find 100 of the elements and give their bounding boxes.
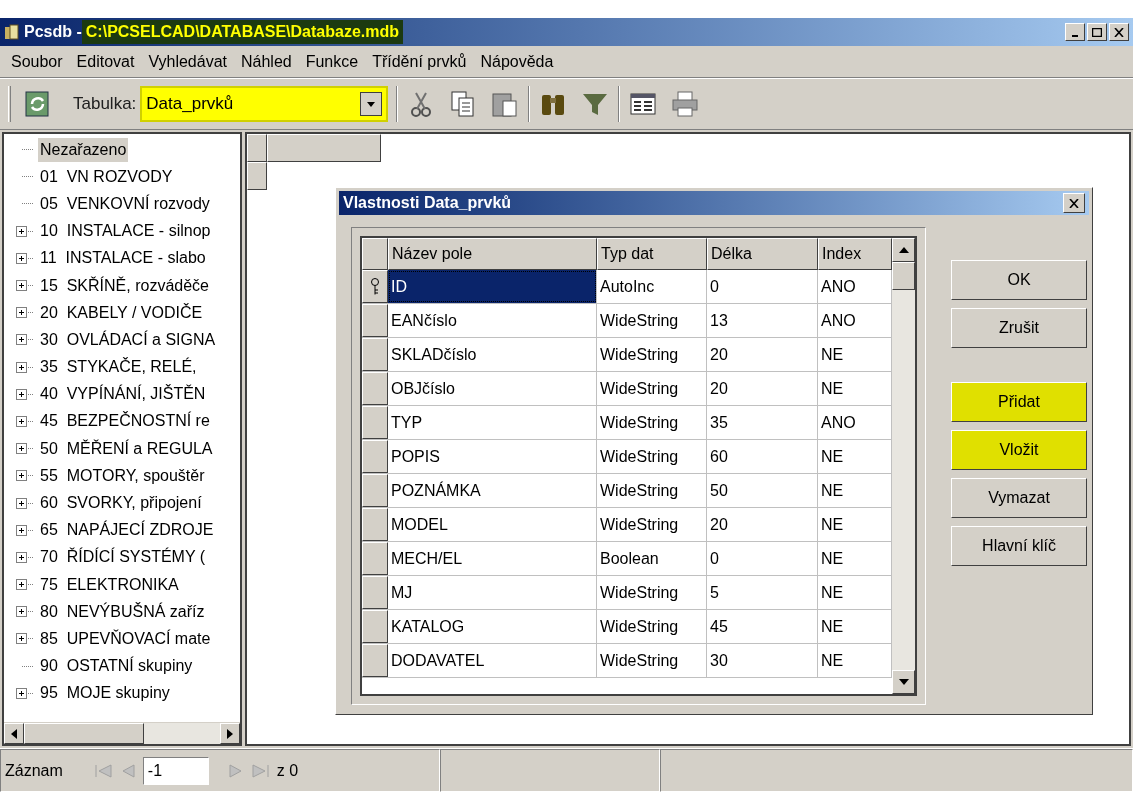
table-cell[interactable]: 13	[707, 304, 818, 337]
table-cell[interactable]: EANčíslo	[388, 304, 597, 337]
table-cell[interactable]: WideString	[597, 440, 707, 473]
expand-icon[interactable]	[16, 497, 34, 509]
menu-item[interactable]: Nápověda	[473, 49, 561, 74]
minimize-button[interactable]	[1065, 23, 1085, 41]
table-cell[interactable]: WideString	[597, 338, 707, 371]
expand-icon[interactable]	[16, 252, 34, 264]
dropdown-caret-icon[interactable]	[360, 92, 383, 116]
tree-item[interactable]: 15 SKŘÍNĚ, rozváděče	[38, 273, 211, 298]
tree-item[interactable]: 65 NAPÁJECÍ ZDROJE	[38, 518, 216, 543]
table-cell[interactable]: 0	[707, 542, 818, 575]
row-indicator[interactable]	[362, 576, 388, 609]
dialog-button[interactable]: Vložit	[951, 430, 1087, 470]
expand-icon[interactable]	[16, 470, 34, 482]
up-arrow-icon[interactable]	[898, 247, 909, 253]
down-arrow-icon[interactable]	[898, 679, 909, 685]
tree-item[interactable]: 55 MOTORY, spouštěr	[38, 463, 207, 488]
table-cell[interactable]: POPIS	[388, 440, 597, 473]
table-cell[interactable]: AutoInc	[597, 270, 707, 303]
tree-item[interactable]: 35 STYKAČE, RELÉ,	[38, 355, 199, 380]
table-cell[interactable]: 20	[707, 338, 818, 371]
expand-icon[interactable]	[16, 280, 34, 292]
expand-icon[interactable]	[16, 307, 34, 319]
tree-item[interactable]: 11 INSTALACE - slabo	[38, 246, 208, 271]
row-indicator[interactable]	[362, 372, 388, 405]
table-cell[interactable]: MECH/EL	[388, 542, 597, 575]
tree-item[interactable]: 40 VYPÍNÁNÍ, JIŠTĚN	[38, 382, 208, 407]
tree-item[interactable]: Nezařazeno	[38, 137, 129, 162]
table-cell[interactable]: OBJčíslo	[388, 372, 597, 405]
table-cell[interactable]: WideString	[597, 406, 707, 439]
tree-item[interactable]: 45 BEZPEČNOSTNÍ re	[38, 409, 212, 434]
dialog-button[interactable]: Přidat	[951, 382, 1087, 422]
row-indicator[interactable]	[362, 304, 388, 337]
close-button[interactable]	[1109, 23, 1129, 41]
row-indicator[interactable]	[362, 610, 388, 643]
table-cell[interactable]: ID	[388, 270, 597, 303]
menu-item[interactable]: Funkce	[298, 49, 366, 74]
printer-icon[interactable]	[670, 89, 701, 119]
table-cell[interactable]: KATALOG	[388, 610, 597, 643]
expand-icon[interactable]	[16, 361, 34, 373]
dialog-button[interactable]: Hlavní klíč	[951, 526, 1087, 566]
table-cell[interactable]: 35	[707, 406, 818, 439]
expand-icon[interactable]	[16, 579, 34, 591]
column-header[interactable]: Typ dat	[597, 238, 707, 270]
table-cell[interactable]: 50	[707, 474, 818, 507]
menu-item[interactable]: Vyhledávat	[141, 49, 234, 74]
table-cell[interactable]: SKLADčíslo	[388, 338, 597, 371]
right-arrow-icon[interactable]	[227, 728, 233, 739]
expand-icon[interactable]	[16, 633, 34, 645]
table-dropdown[interactable]: Data_prvků	[140, 86, 389, 122]
row-indicator[interactable]	[362, 270, 388, 303]
tree-item[interactable]: 95 MOJE skupiny	[38, 681, 172, 706]
table-cell[interactable]: 60	[707, 440, 818, 473]
tree-item[interactable]: 10 INSTALACE - silnop	[38, 219, 213, 244]
left-arrow-icon[interactable]	[11, 728, 17, 739]
row-indicator[interactable]	[362, 338, 388, 371]
table-cell[interactable]: DODAVATEL	[388, 644, 597, 677]
dialog-button[interactable]: Zrušit	[951, 308, 1087, 348]
expand-icon[interactable]	[16, 687, 34, 699]
tree-item[interactable]: 70 ŘÍDÍCÍ SYSTÉMY (	[38, 545, 208, 570]
expand-icon[interactable]	[16, 443, 34, 455]
table-cell[interactable]: 45	[707, 610, 818, 643]
tree-item[interactable]: 05 VENKOVNÍ rozvody	[38, 191, 212, 216]
expand-icon[interactable]	[16, 225, 34, 237]
column-header[interactable]: Délka	[707, 238, 818, 270]
column-header[interactable]: Název pole	[388, 238, 597, 270]
row-indicator[interactable]	[362, 542, 388, 575]
expand-icon[interactable]	[16, 606, 34, 618]
dialog-button[interactable]: OK	[951, 260, 1087, 300]
expand-icon[interactable]	[16, 388, 34, 400]
row-indicator[interactable]	[362, 406, 388, 439]
table-cell[interactable]: WideString	[597, 610, 707, 643]
table-cell[interactable]: Boolean	[597, 542, 707, 575]
menu-item[interactable]: Třídění prvků	[365, 49, 474, 74]
row-indicator[interactable]	[362, 644, 388, 677]
column-header[interactable]: Index	[818, 238, 892, 270]
tree-item[interactable]: 80 NEVÝBUŠNÁ zaříz	[38, 599, 207, 624]
table-cell[interactable]: 20	[707, 372, 818, 405]
tree-item[interactable]: 60 SVORKY, připojení	[38, 491, 204, 516]
table-cell[interactable]: 30	[707, 644, 818, 677]
expand-icon[interactable]	[16, 334, 34, 346]
table-cell[interactable]: WideString	[597, 304, 707, 337]
vertical-scrollbar[interactable]	[892, 238, 915, 694]
expand-icon[interactable]	[16, 415, 34, 427]
tree-item[interactable]: 30 OVLÁDACÍ a SIGNA	[38, 327, 218, 352]
row-indicator[interactable]	[362, 440, 388, 473]
table-cell[interactable]: MJ	[388, 576, 597, 609]
menu-item[interactable]: Editovat	[69, 49, 142, 74]
tree-item[interactable]: 20 KABELY / VODIČE	[38, 300, 205, 325]
table-cell[interactable]: WideString	[597, 372, 707, 405]
menu-item[interactable]: Náhled	[234, 49, 299, 74]
tree-item[interactable]: 50 MĚŘENÍ a REGULA	[38, 436, 215, 461]
tree-item[interactable]: 90 OSTATNÍ skupiny	[38, 654, 195, 679]
row-indicator[interactable]	[362, 508, 388, 541]
row-indicator[interactable]	[362, 474, 388, 507]
close-button[interactable]	[1063, 193, 1085, 213]
tree-item[interactable]: 01 VN ROZVODY	[38, 164, 175, 189]
table-cell[interactable]: MODEL	[388, 508, 597, 541]
maximize-button[interactable]	[1087, 23, 1107, 41]
